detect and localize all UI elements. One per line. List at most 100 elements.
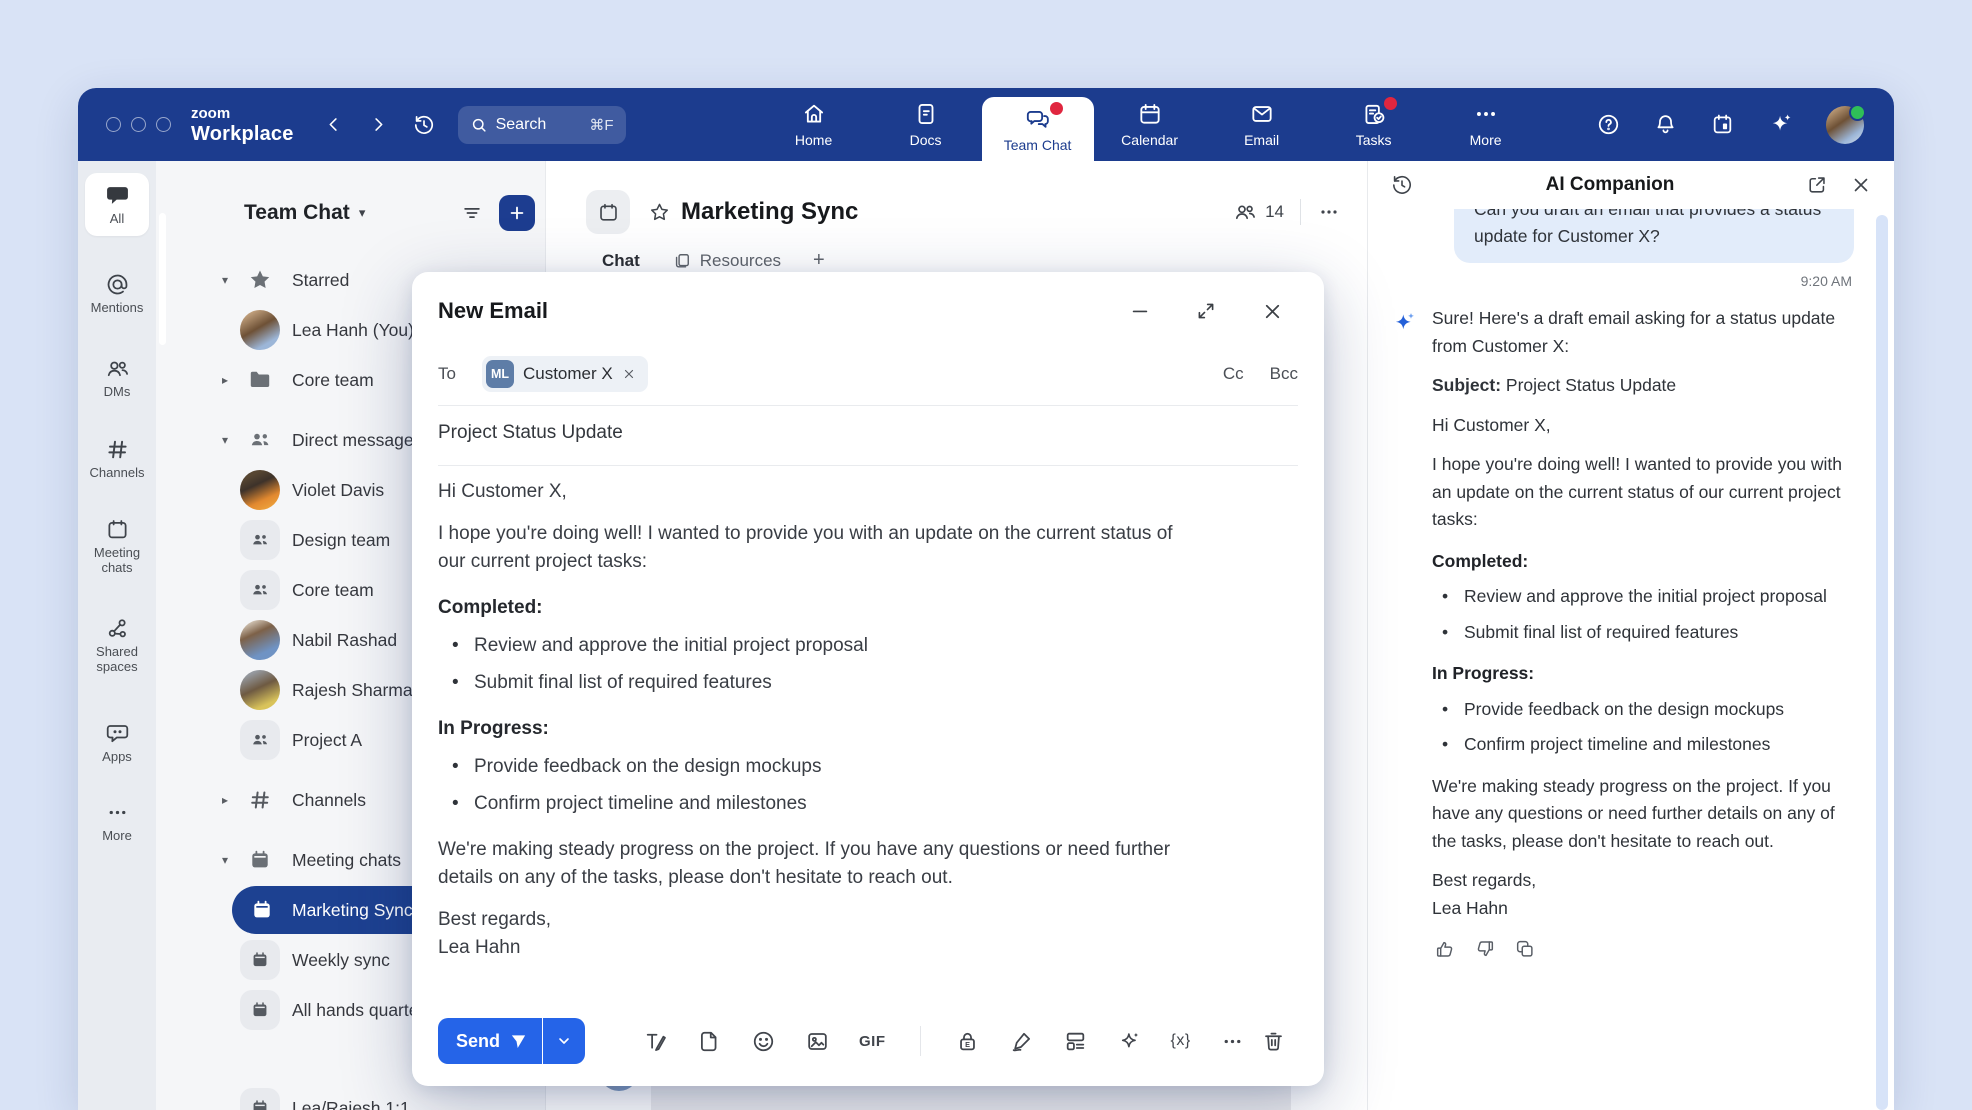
channel-more-icon[interactable] [1317,200,1341,224]
signature-pen-icon[interactable] [1009,1029,1034,1054]
search-input[interactable]: Search ⌘F [458,106,626,144]
email-intro: I hope you're doing well! I wanted to pr… [438,520,1198,576]
people-icon [240,420,280,460]
primary-nav: Home Docs Team Chat Calendar Email [758,88,1542,161]
email-body-editor[interactable]: Hi Customer X, I hope you're doing well!… [438,478,1198,976]
ai-companion-icon[interactable] [1767,111,1794,138]
add-tab-icon[interactable]: + [813,249,825,272]
thumbs-down-icon[interactable] [1474,938,1496,960]
caret-right-icon[interactable]: ▸ [222,793,240,807]
gif-button[interactable]: GIF [859,1033,886,1050]
user-message-text: Can you draft an email that provides a s… [1474,209,1821,246]
calendar-filled-icon [240,840,280,880]
calendar-icon [1137,101,1163,127]
group-avatar-icon [240,720,280,760]
emoji-icon[interactable] [751,1029,776,1054]
email-bullet: •Review and approve the initial project … [438,632,1198,660]
chevron-down-icon[interactable]: ▾ [359,205,366,221]
remove-recipient-icon[interactable] [622,367,636,381]
caret-down-icon[interactable]: ▾ [222,273,240,287]
text-format-icon[interactable] [643,1029,668,1054]
rail-item-apps[interactable]: Apps [85,721,149,765]
email-signoff: Best regards, [438,906,1198,934]
member-count[interactable]: 14 [1265,202,1284,222]
copy-icon[interactable] [1514,938,1536,960]
members-icon[interactable] [1233,200,1257,224]
avatar [240,470,280,510]
filter-icon[interactable] [461,202,483,224]
list-item-lea-rajesh[interactable]: Lea/Rajesh 1:1 [156,1083,545,1110]
to-field[interactable]: To ML Customer X Cc Bcc [438,354,1298,394]
today-calendar-icon[interactable] [1710,112,1735,137]
ai-sparkle-icon[interactable] [1117,1029,1142,1054]
variables-button[interactable]: {x} [1171,1032,1191,1050]
open-in-new-icon[interactable] [1806,174,1828,196]
history-icon[interactable] [412,113,436,137]
divider [920,1026,921,1056]
subject-field[interactable]: Project Status Update [438,422,623,444]
forward-icon[interactable] [369,115,388,134]
rail-item-dms[interactable]: DMs [85,356,149,400]
traffic-light[interactable] [156,117,171,132]
tasks-icon [1361,101,1387,127]
back-icon[interactable] [324,115,343,134]
ai-bullet: •Submit final list of required features [1432,619,1854,647]
chat-list-scrollbar[interactable] [159,213,166,345]
bcc-button[interactable]: Bcc [1270,364,1298,384]
attach-file-icon[interactable] [697,1029,722,1054]
rail-item-meeting-chats[interactable]: Meeting chats [85,517,149,576]
rail-item-channels[interactable]: Channels [85,437,149,481]
caret-right-icon[interactable]: ▸ [222,373,240,387]
insert-image-icon[interactable] [805,1029,830,1054]
user-avatar[interactable] [1826,106,1864,144]
cc-button[interactable]: Cc [1223,364,1244,384]
ai-response-intro: Sure! Here's a draft email asking for a … [1432,305,1854,360]
tab-resources[interactable]: Resources [672,251,781,271]
rail-item-all[interactable]: All [85,173,149,236]
notifications-bell-icon[interactable] [1653,112,1678,137]
nav-home[interactable]: Home [758,88,870,161]
new-chat-button[interactable] [499,195,535,231]
recipient-chip[interactable]: ML Customer X [482,356,648,392]
thumbs-up-icon[interactable] [1434,938,1456,960]
more-dots-icon [105,800,130,825]
nav-email[interactable]: Email [1206,88,1318,161]
expand-icon[interactable] [1195,300,1217,322]
ai-completed-heading: Completed: [1432,548,1854,576]
caret-down-icon[interactable]: ▾ [222,433,240,447]
people-icon [105,356,130,381]
nav-docs[interactable]: Docs [870,88,982,161]
traffic-light[interactable] [106,117,121,132]
tab-chat[interactable]: Chat [602,251,640,271]
star-outline-icon[interactable] [648,201,671,224]
discard-trash-icon[interactable] [1261,1029,1286,1054]
send-button[interactable]: Send [438,1018,542,1064]
chat-list-title[interactable]: Team Chat [244,201,350,225]
history-icon[interactable] [1390,173,1414,197]
caret-down-icon[interactable]: ▾ [222,853,240,867]
rail-item-shared-spaces[interactable]: Shared spaces [85,616,149,675]
ai-conversation[interactable]: Can you draft an email that provides a s… [1368,209,1894,1110]
ai-panel-scrollbar[interactable] [1876,215,1888,1110]
template-layout-icon[interactable] [1063,1029,1088,1054]
nav-more[interactable]: More [1430,88,1542,161]
help-icon[interactable] [1596,112,1621,137]
encrypt-lock-icon[interactable]: E [955,1029,980,1054]
nav-team-chat[interactable]: Team Chat [982,97,1094,161]
window-controls[interactable] [106,117,171,132]
rail-item-mentions[interactable]: Mentions [85,272,149,316]
rail-more-label: More [102,829,132,844]
send-options-chevron-icon[interactable] [543,1018,585,1064]
list-item-label: Project A [292,730,362,751]
send-button-group[interactable]: Send [438,1018,585,1064]
nav-calendar[interactable]: Calendar [1094,88,1206,161]
close-icon[interactable] [1850,174,1872,196]
to-label: To [438,364,456,384]
nav-tasks[interactable]: Tasks [1318,88,1430,161]
toolbar-more-icon[interactable] [1220,1029,1245,1054]
close-icon[interactable] [1261,300,1284,323]
email-completed-heading: Completed: [438,594,1198,622]
minimize-icon[interactable] [1129,300,1151,322]
rail-item-more[interactable]: More [85,800,149,844]
traffic-light[interactable] [131,117,146,132]
